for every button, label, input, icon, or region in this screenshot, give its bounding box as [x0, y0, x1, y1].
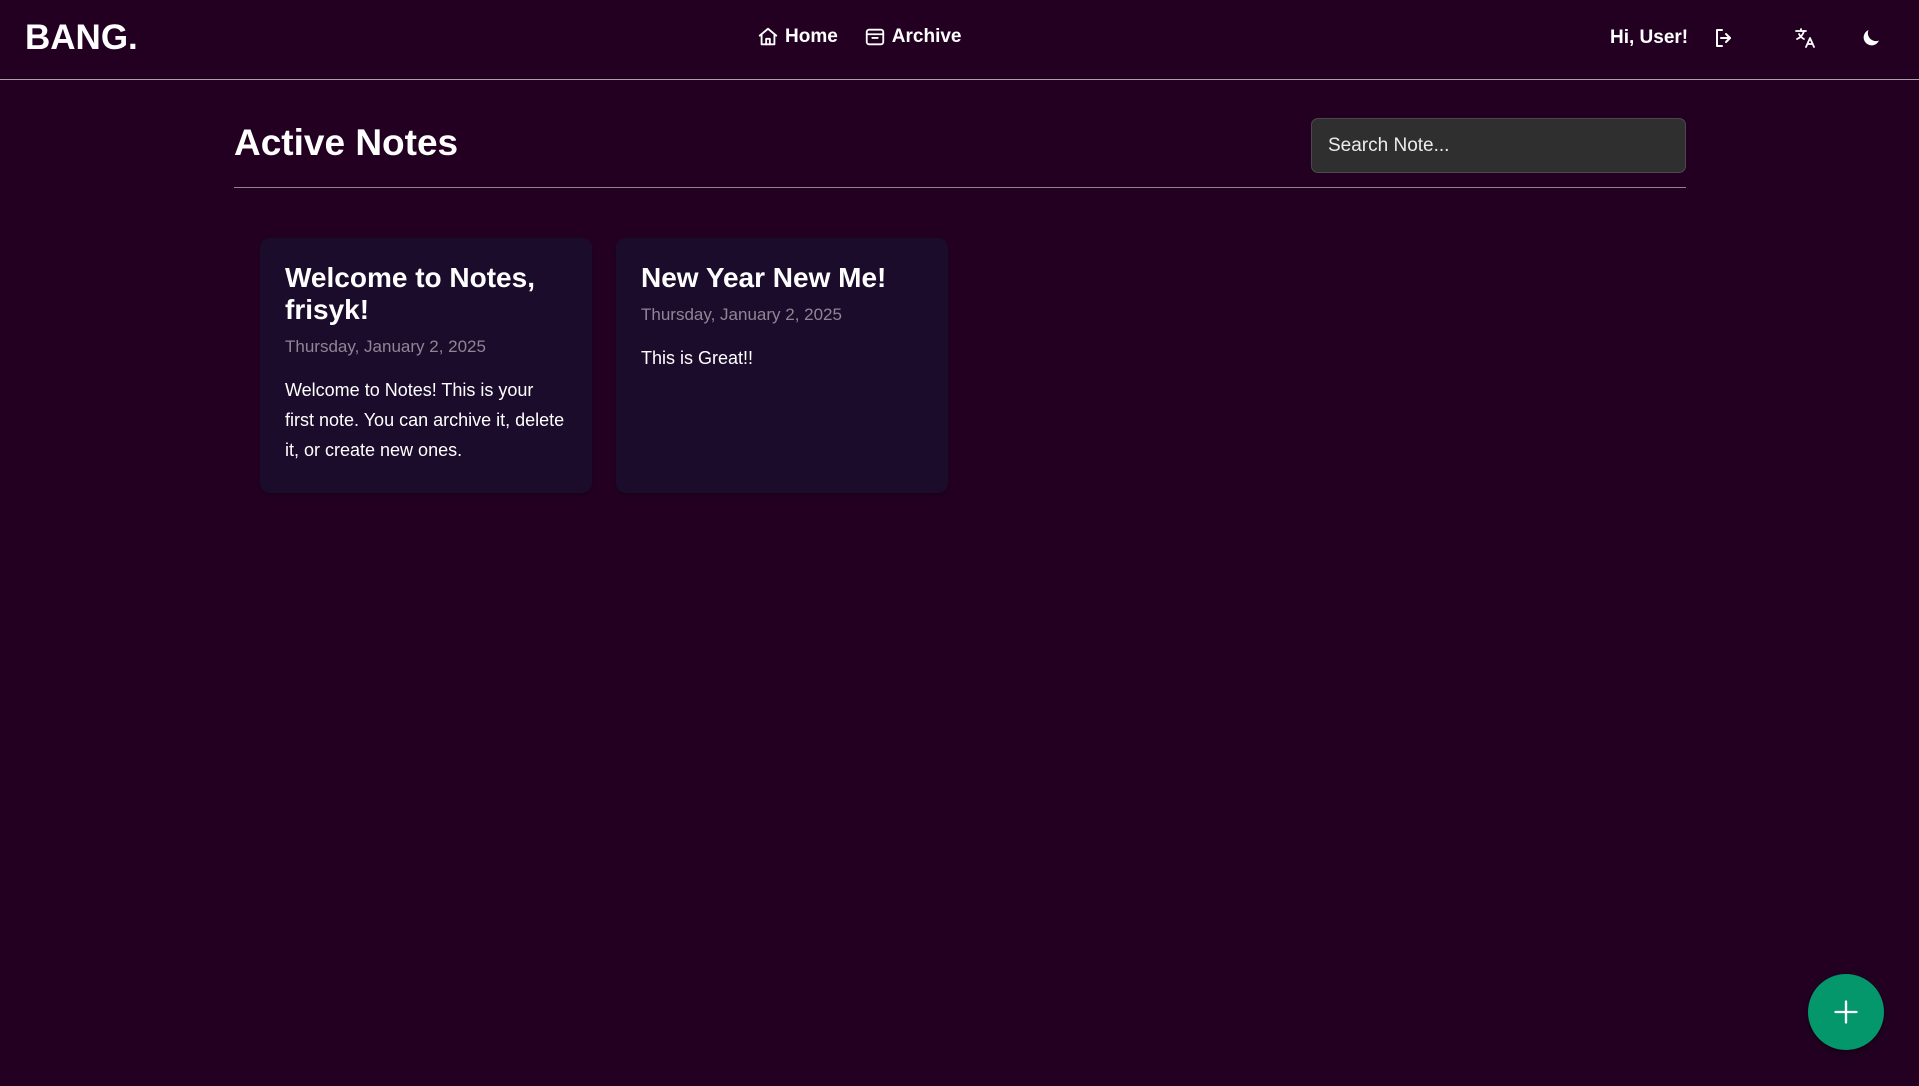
- note-body: This is Great!!: [641, 348, 754, 368]
- nav-home-link[interactable]: Home: [757, 24, 838, 50]
- app-root: BANG. Home Archive Hi, User! Active Note…: [0, 0, 1919, 1086]
- nav-archive-label: Archive: [891, 26, 962, 47]
- header-right: Hi, User!: [1519, 20, 1919, 56]
- moon-icon: [1859, 26, 1883, 50]
- nav-home-label: Home: [785, 26, 838, 47]
- note-card[interactable]: New Year New Me! Thursday, January 2, 20…: [616, 238, 948, 493]
- navbar: BANG. Home Archive Hi, User!: [0, 0, 1919, 80]
- nav-archive-link[interactable]: Archive: [864, 24, 962, 50]
- user-greeting: Hi, User!: [1610, 27, 1689, 48]
- page-header: Active Notes: [234, 97, 1686, 188]
- search-input[interactable]: [1311, 118, 1686, 173]
- note-date: Thursday, January 2, 2025: [285, 337, 486, 356]
- note-title[interactable]: Welcome to Notes, frisyk!: [285, 262, 567, 326]
- main-nav: Home Archive: [757, 24, 962, 50]
- logout-icon: [1712, 26, 1736, 50]
- notes-list: Welcome to Notes, frisyk! Thursday, Janu…: [260, 238, 948, 493]
- page-title: Active Notes: [234, 122, 459, 163]
- note-date: Thursday, January 2, 2025: [641, 305, 842, 324]
- add-note-button[interactable]: [1808, 974, 1884, 1050]
- translate-button[interactable]: [1790, 22, 1822, 54]
- archive-icon: [864, 26, 886, 48]
- note-body: Welcome to Notes! This is your first not…: [285, 380, 565, 460]
- translate-icon: [1794, 26, 1818, 50]
- note-card[interactable]: Welcome to Notes, frisyk! Thursday, Janu…: [260, 238, 592, 493]
- note-title[interactable]: New Year New Me!: [641, 262, 923, 294]
- home-icon: [757, 26, 779, 48]
- brand-logo[interactable]: BANG.: [25, 18, 138, 58]
- theme-toggle-button[interactable]: [1855, 22, 1887, 54]
- logout-button[interactable]: [1708, 22, 1740, 54]
- plus-icon: [1832, 998, 1860, 1026]
